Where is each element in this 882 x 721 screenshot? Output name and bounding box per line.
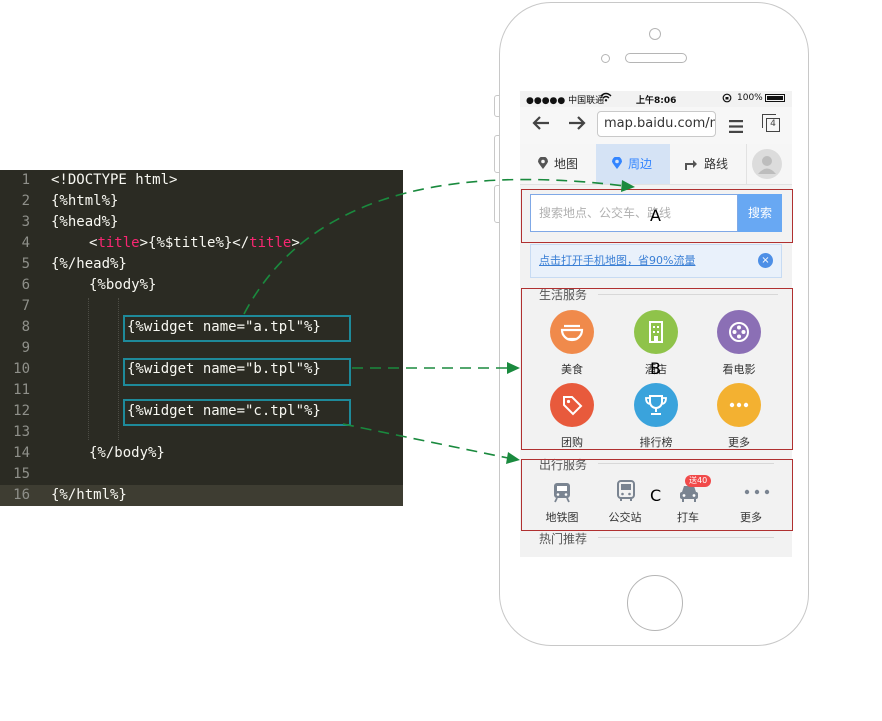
- arrowhead-a: [621, 180, 635, 192]
- mapping-arrows: [243, 178, 635, 464]
- arrowhead-b: [507, 362, 520, 374]
- arrow-a: [243, 178, 626, 315]
- arrow-c: [342, 423, 509, 459]
- arrowhead-c: [506, 452, 520, 464]
